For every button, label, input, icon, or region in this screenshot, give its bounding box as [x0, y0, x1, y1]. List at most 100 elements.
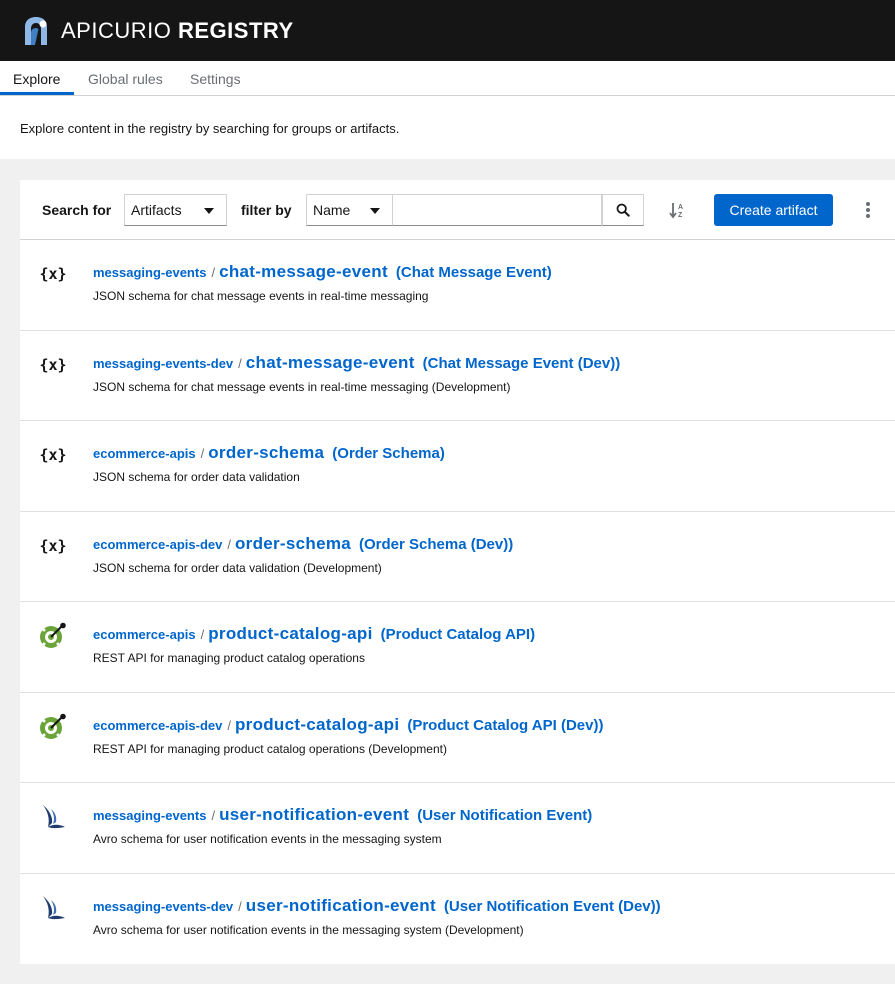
- svg-text:A: A: [678, 204, 683, 211]
- avro-icon: [39, 894, 67, 922]
- json-schema-icon: {x}: [39, 351, 67, 379]
- kebab-menu-button[interactable]: [858, 198, 878, 222]
- artifact-name: (User Notification Event (Dev)): [443, 897, 661, 915]
- artifact-id-link[interactable]: product-catalog-api: [208, 624, 372, 643]
- avro-icon: [39, 803, 67, 831]
- openapi-icon: [39, 622, 67, 650]
- artifact-description: Avro schema for user notification events…: [93, 922, 524, 937]
- openapi-icon: [39, 713, 67, 741]
- group-link[interactable]: messaging-events-dev: [93, 899, 233, 914]
- group-link[interactable]: ecommerce-apis: [93, 446, 196, 461]
- artifact-row[interactable]: {x} ecommerce-apis-dev / order-schema (Orde…: [20, 512, 895, 602]
- create-artifact-button[interactable]: Create artifact: [714, 194, 833, 226]
- artifact-title-line: ecommerce-apis-dev / product-catalog-api (P…: [93, 715, 603, 735]
- artifact-title-line: messaging-events / chat-message-event (Chat…: [93, 262, 552, 282]
- group-link[interactable]: messaging-events: [93, 265, 206, 280]
- group-link[interactable]: ecommerce-apis-dev: [93, 537, 222, 552]
- chevron-down-icon: [370, 208, 380, 214]
- svg-text:Z: Z: [678, 212, 683, 219]
- artifact-description: JSON schema for order data validation: [93, 470, 300, 484]
- path-separator: /: [227, 536, 231, 552]
- search-toolbar: Search for Artifacts filter by Name A Z …: [20, 180, 895, 240]
- artifact-id-link[interactable]: chat-message-event: [219, 262, 388, 281]
- brand-title[interactable]: APICURIO REGISTRY: [61, 18, 294, 44]
- svg-text:{x}: {x}: [39, 537, 66, 555]
- artifact-description: REST API for managing product catalog op…: [93, 651, 365, 665]
- svg-text:{x}: {x}: [39, 356, 66, 374]
- artifact-name: (Chat Message Event (Dev)): [422, 354, 621, 372]
- artifact-name: (Product Catalog API): [380, 626, 536, 643]
- group-link[interactable]: ecommerce-apis: [93, 627, 196, 642]
- artifact-description: JSON schema for chat message events in r…: [93, 289, 429, 303]
- path-separator: /: [238, 898, 242, 914]
- artifact-row[interactable]: ecommerce-apis / product-catalog-api (Produ…: [20, 602, 895, 693]
- masthead: APICURIO REGISTRY: [0, 0, 895, 61]
- artifact-title-line: ecommerce-apis / order-schema (Order Schema…: [93, 443, 445, 463]
- artifact-row[interactable]: {x} messaging-events / chat-message-event (…: [20, 240, 895, 331]
- artifact-id-link[interactable]: user-notification-event: [219, 805, 409, 824]
- search-input[interactable]: [392, 194, 602, 226]
- tab-settings[interactable]: Settings: [190, 61, 241, 96]
- artifact-description: JSON schema for chat message events in r…: [93, 379, 511, 394]
- intro-text: Explore content in the registry by searc…: [20, 121, 400, 136]
- artifact-id-link[interactable]: order-schema: [235, 534, 351, 553]
- artifact-id-link[interactable]: user-notification-event: [246, 896, 436, 915]
- group-link[interactable]: messaging-events: [93, 808, 206, 823]
- artifact-title-line: messaging-events / user-notification-event…: [93, 805, 592, 825]
- artifact-row[interactable]: messaging-events-dev / user-notification-e…: [20, 874, 895, 965]
- filter-type-select[interactable]: Name: [306, 194, 393, 226]
- path-separator: /: [200, 446, 205, 461]
- chevron-down-icon: [204, 208, 214, 214]
- json-schema-icon: {x}: [39, 441, 67, 469]
- path-separator: /: [227, 717, 231, 733]
- artifact-row[interactable]: ecommerce-apis-dev / product-catalog-api (P…: [20, 693, 895, 783]
- artifact-name: (Product Catalog API (Dev)): [407, 716, 604, 734]
- artifact-description: Avro schema for user notification events…: [93, 832, 442, 846]
- artifact-row[interactable]: {x} ecommerce-apis / order-schema (Order Sc…: [20, 421, 895, 512]
- explore-panel: Search for Artifacts filter by Name A Z …: [20, 180, 895, 964]
- search-for-label: Search for: [42, 202, 112, 218]
- artifact-row[interactable]: messaging-events / user-notification-event…: [20, 783, 895, 874]
- artifact-row[interactable]: {x} messaging-events-dev / chat-message-ev…: [20, 331, 895, 421]
- search-type-select[interactable]: Artifacts: [124, 194, 227, 226]
- artifact-id-link[interactable]: order-schema: [208, 443, 324, 462]
- kebab-icon: [866, 202, 870, 218]
- artifact-id-link[interactable]: product-catalog-api: [235, 715, 399, 734]
- artifact-list: {x} messaging-events / chat-message-event(…: [20, 240, 895, 964]
- brand-light: APICURIO: [61, 17, 172, 43]
- json-schema-icon: {x}: [39, 260, 67, 288]
- artifact-id-link[interactable]: chat-message-event: [246, 353, 415, 372]
- tab-global-rules[interactable]: Global rules: [88, 61, 163, 96]
- brand-bold: REGISTRY: [177, 17, 294, 43]
- path-separator: /: [211, 265, 216, 280]
- search-icon: [616, 203, 630, 217]
- apicurio-logo-icon[interactable]: [21, 15, 51, 47]
- filter-by-label: filter by: [241, 202, 292, 218]
- filter-type-value: Name: [313, 202, 351, 218]
- svg-text:{x}: {x}: [39, 265, 66, 283]
- json-schema-icon: {x}: [39, 532, 67, 560]
- artifact-title-line: ecommerce-apis / product-catalog-api (Produ…: [93, 624, 535, 644]
- path-separator: /: [211, 808, 216, 823]
- sort-alpha-down-icon: A Z: [669, 203, 683, 219]
- artifact-name: (Chat Message Event): [395, 264, 552, 281]
- artifact-name: (Order Schema (Dev)): [359, 535, 514, 553]
- artifact-description: REST API for managing product catalog op…: [93, 741, 447, 756]
- group-link[interactable]: messaging-events-dev: [93, 356, 233, 371]
- artifact-description: JSON schema for order data validation (D…: [93, 560, 382, 575]
- search-button[interactable]: [602, 194, 644, 226]
- artifact-name: (Order Schema): [332, 445, 445, 462]
- active-tab-indicator: [0, 92, 74, 95]
- artifact-title-line: messaging-events-dev / user-notification-e…: [93, 896, 661, 916]
- svg-text:{x}: {x}: [39, 446, 66, 464]
- artifact-title-line: ecommerce-apis-dev / order-schema (Order Sc…: [93, 534, 513, 554]
- artifact-title-line: messaging-events-dev / chat-message-event (…: [93, 353, 620, 373]
- page-intro: Explore content in the registry by searc…: [0, 96, 895, 159]
- path-separator: /: [238, 355, 242, 371]
- group-link[interactable]: ecommerce-apis-dev: [93, 718, 222, 733]
- search-type-value: Artifacts: [131, 202, 182, 218]
- sort-button[interactable]: A Z: [666, 198, 690, 222]
- artifact-name: (User Notification Event): [417, 807, 593, 824]
- tab-explore[interactable]: Explore: [13, 61, 60, 96]
- path-separator: /: [200, 627, 205, 642]
